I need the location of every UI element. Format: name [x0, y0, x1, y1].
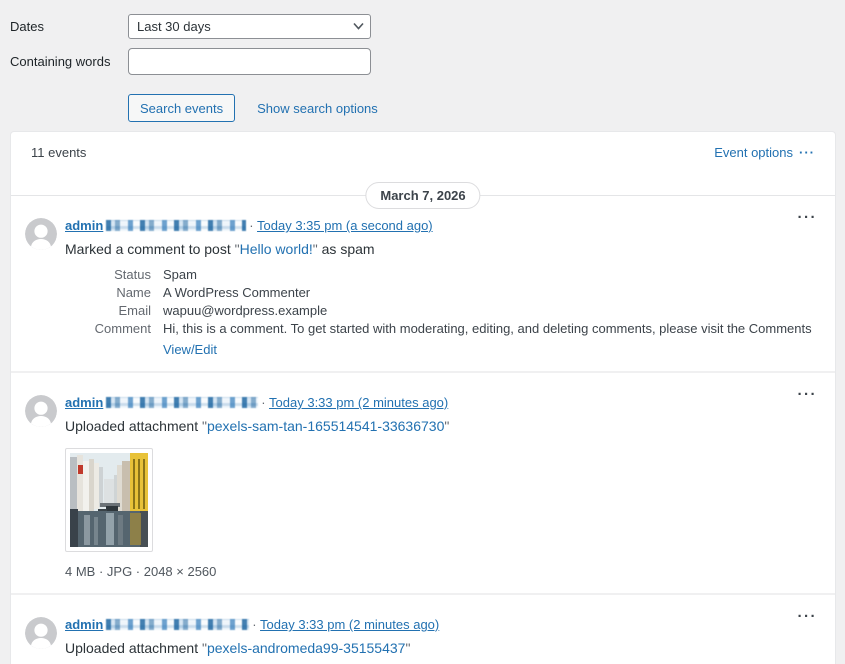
detail-label: Status	[114, 267, 151, 282]
event-action-text: Uploaded attachment "pexels-andromeda99-…	[65, 639, 815, 658]
events-count: 11 events	[31, 145, 87, 160]
event-row-upload-leaves: admin · Today 3:33 pm (2 minutes ago) Upl…	[11, 593, 835, 664]
quote-mark: "	[405, 640, 411, 656]
event-action-text: Uploaded attachment "pexels-sam-tan-1655…	[65, 417, 815, 436]
containing-words-label: Containing words	[10, 54, 111, 69]
attachment-link[interactable]: pexels-sam-tan-165514541-33636730	[207, 418, 444, 434]
detail-value: A WordPress Commenter	[163, 286, 311, 300]
separator-dot: ·	[252, 617, 257, 632]
event-options-link[interactable]: Event options	[714, 145, 793, 160]
action-text: Uploaded attachment	[65, 640, 202, 656]
action-text: Marked a comment to post	[65, 241, 235, 257]
event-row-comment-spam: admin · Today 3:35 pm (a second ago) Mark…	[11, 208, 835, 371]
action-text: as spam	[317, 241, 375, 257]
dates-label: Dates	[10, 19, 44, 34]
avatar	[25, 617, 57, 649]
canal-photo	[70, 453, 148, 547]
event-filters: Dates Last 30 days Containing words Sear…	[0, 0, 845, 122]
date-separator-pill: March 7, 2026	[365, 182, 481, 209]
mystery-person-icon	[25, 395, 57, 427]
event-kebab-menu-icon[interactable]: ···	[798, 387, 818, 402]
detail-value: wapuu@wordpress.example	[163, 304, 328, 318]
post-link[interactable]: Hello world!	[240, 241, 313, 257]
containing-words-input[interactable]	[128, 48, 371, 75]
avatar	[25, 218, 57, 250]
show-search-options-link[interactable]: Show search options	[257, 101, 378, 116]
detail-label: Name	[116, 285, 151, 300]
detail-label: Email	[118, 303, 151, 318]
attachment-thumbnail[interactable]	[65, 448, 153, 552]
avatar	[25, 395, 57, 427]
redacted-user-email	[106, 619, 250, 630]
event-header: admin · Today 3:35 pm (a second ago)	[65, 218, 815, 234]
detail-label: Comment	[94, 321, 151, 336]
separator-dot: ·	[261, 395, 266, 410]
event-options-menu[interactable]: Event options ···	[714, 145, 815, 160]
detail-value: Spam	[163, 268, 197, 282]
redacted-user-email	[106, 220, 247, 231]
mystery-person-icon	[25, 617, 57, 649]
user-link[interactable]: admin	[65, 218, 103, 233]
redacted-user-email	[106, 397, 259, 408]
view-edit-link[interactable]: View/Edit	[163, 343, 815, 357]
date-separator: March 7, 2026	[11, 182, 835, 209]
search-events-button[interactable]: Search events	[128, 94, 236, 122]
event-action-text: Marked a comment to post "Hello world!" …	[65, 240, 815, 259]
event-header: admin · Today 3:33 pm (2 minutes ago)	[65, 395, 815, 411]
user-link[interactable]: admin	[65, 395, 103, 410]
quote-mark: "	[444, 418, 450, 434]
event-kebab-menu-icon[interactable]: ···	[798, 609, 818, 624]
event-timestamp-link[interactable]: Today 3:33 pm (2 minutes ago)	[260, 617, 439, 632]
dates-select-wrap: Last 30 days	[128, 14, 371, 39]
dates-select[interactable]: Last 30 days	[128, 14, 371, 39]
event-timestamp-link[interactable]: Today 3:35 pm (a second ago)	[257, 218, 433, 233]
event-row-upload-canal: admin · Today 3:33 pm (2 minutes ago) Upl…	[11, 371, 835, 593]
attachment-link[interactable]: pexels-andromeda99-35155437	[207, 640, 405, 656]
panel-header: 11 events Event options ···	[11, 132, 835, 170]
separator-dot: ·	[249, 218, 254, 233]
ellipsis-icon[interactable]: ···	[799, 145, 815, 160]
mystery-person-icon	[25, 218, 57, 250]
events-panel: 11 events Event options ··· March 7, 202…	[10, 131, 836, 664]
event-kebab-menu-icon[interactable]: ···	[798, 210, 818, 225]
action-text: Uploaded attachment	[65, 418, 202, 434]
event-timestamp-link[interactable]: Today 3:33 pm (2 minutes ago)	[269, 395, 448, 410]
event-header: admin · Today 3:33 pm (2 minutes ago)	[65, 617, 815, 633]
event-details-table: Status Spam Name A WordPress Commenter E…	[65, 268, 815, 357]
detail-value: Hi, this is a comment. To get started wi…	[163, 322, 815, 336]
user-link[interactable]: admin	[65, 617, 103, 632]
attachment-meta: 4 MB · JPG · 2048 × 2560	[65, 564, 217, 579]
